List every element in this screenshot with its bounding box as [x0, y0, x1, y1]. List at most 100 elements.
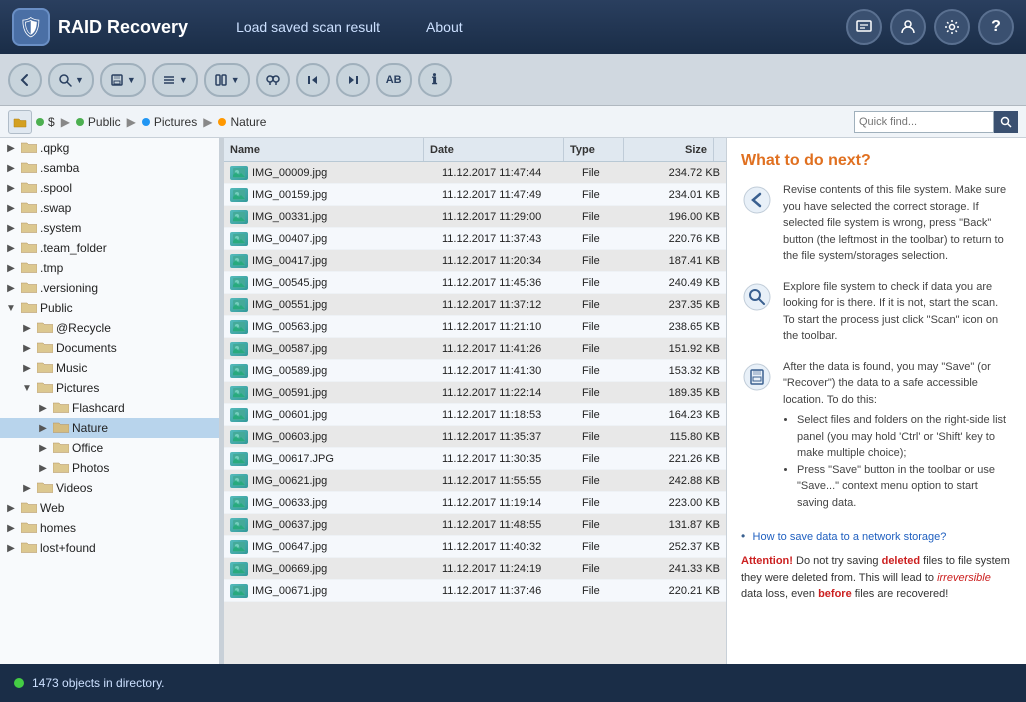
help-back-text: Revise contents of this file system. Mak…: [783, 182, 1012, 265]
tree-item[interactable]: ▶.versioning: [0, 278, 219, 298]
breadcrumb-folder-button[interactable]: [8, 110, 32, 134]
tree-item[interactable]: ▶Nature: [0, 418, 219, 438]
tree-item[interactable]: ▶.team_folder: [0, 238, 219, 258]
tree-item[interactable]: ▶Videos: [0, 478, 219, 498]
warning-irreversible: irreversible: [937, 572, 991, 584]
tree-item[interactable]: ▶Office: [0, 438, 219, 458]
file-cell-type: File: [576, 338, 636, 359]
tree-item[interactable]: ▶@Recycle: [0, 318, 219, 338]
tree-item[interactable]: ▶homes: [0, 518, 219, 538]
help-save-bullets: Select files and folders on the right-si…: [783, 412, 1012, 511]
user-btn[interactable]: [890, 9, 926, 45]
tree-panel[interactable]: ▶.qpkg▶.samba▶.spool▶.swap▶.system▶.team…: [0, 138, 220, 664]
tree-item[interactable]: ▶.tmp: [0, 258, 219, 278]
file-cell-date: 11.12.2017 11:47:49: [436, 184, 576, 205]
breadcrumb-bar: $ ▶ Public ▶ Pictures ▶ Nature: [0, 106, 1026, 138]
back-button[interactable]: [8, 63, 42, 97]
prev-button[interactable]: [296, 63, 330, 97]
file-row[interactable]: IMG_00009.jpg11.12.2017 11:47:44File234.…: [224, 162, 726, 184]
save-button[interactable]: ▼: [100, 63, 146, 97]
file-name: IMG_00591.jpg: [252, 387, 327, 399]
file-row[interactable]: IMG_00601.jpg11.12.2017 11:18:53File164.…: [224, 404, 726, 426]
breadcrumb-label-public: Public: [88, 115, 121, 129]
file-cell-date: 11.12.2017 11:37:12: [436, 294, 576, 315]
rename-button[interactable]: АВ: [376, 63, 412, 97]
help-btn[interactable]: ?: [978, 9, 1014, 45]
file-name: IMG_00669.jpg: [252, 563, 327, 575]
file-cell-size: 221.26 KB: [636, 448, 726, 469]
tree-item[interactable]: ▶.system: [0, 218, 219, 238]
breadcrumb-nature: Nature: [218, 115, 266, 129]
file-cell-size: 196.00 KB: [636, 206, 726, 227]
file-name: IMG_00407.jpg: [252, 233, 327, 245]
file-row[interactable]: IMG_00617.JPG11.12.2017 11:30:35File221.…: [224, 448, 726, 470]
tree-item[interactable]: ▼Public: [0, 298, 219, 318]
panel-button[interactable]: ▼: [204, 63, 250, 97]
file-row[interactable]: IMG_00647.jpg11.12.2017 11:40:32File252.…: [224, 536, 726, 558]
tree-item[interactable]: ▶.qpkg: [0, 138, 219, 158]
tree-item[interactable]: ▶Web: [0, 498, 219, 518]
file-row[interactable]: IMG_00633.jpg11.12.2017 11:19:14File223.…: [224, 492, 726, 514]
save-arrow-icon: ▼: [127, 75, 136, 85]
binoculars-icon: [265, 72, 281, 88]
file-row[interactable]: IMG_00159.jpg11.12.2017 11:47:49File234.…: [224, 184, 726, 206]
about-nav[interactable]: About: [418, 15, 471, 39]
tree-item[interactable]: ▶.samba: [0, 158, 219, 178]
file-cell-size: 238.65 KB: [636, 316, 726, 337]
file-type-icon: [230, 540, 248, 554]
tree-item-label: .system: [40, 221, 81, 235]
file-row[interactable]: IMG_00417.jpg11.12.2017 11:20:34File187.…: [224, 250, 726, 272]
file-row[interactable]: IMG_00669.jpg11.12.2017 11:24:19File241.…: [224, 558, 726, 580]
file-cell-size: 220.21 KB: [636, 580, 726, 601]
file-type-icon: [230, 408, 248, 422]
settings-btn[interactable]: [934, 9, 970, 45]
tree-item[interactable]: ▶lost+found: [0, 538, 219, 558]
col-header-size[interactable]: Size: [624, 138, 714, 161]
file-row[interactable]: IMG_00637.jpg11.12.2017 11:48:55File131.…: [224, 514, 726, 536]
file-row[interactable]: IMG_00563.jpg11.12.2017 11:21:10File238.…: [224, 316, 726, 338]
gear-icon: [943, 18, 961, 36]
tree-item[interactable]: ▶Documents: [0, 338, 219, 358]
tree-item[interactable]: ▶.spool: [0, 178, 219, 198]
col-header-name[interactable]: Name: [224, 138, 424, 161]
list-icon: [162, 73, 176, 87]
file-row[interactable]: IMG_00587.jpg11.12.2017 11:41:26File151.…: [224, 338, 726, 360]
tree-item[interactable]: ▶Photos: [0, 458, 219, 478]
file-row[interactable]: IMG_00589.jpg11.12.2017 11:41:30File153.…: [224, 360, 726, 382]
file-row[interactable]: IMG_00331.jpg11.12.2017 11:29:00File196.…: [224, 206, 726, 228]
file-cell-date: 11.12.2017 11:21:10: [436, 316, 576, 337]
file-cell-date: 11.12.2017 11:41:30: [436, 360, 576, 381]
find-button[interactable]: [256, 63, 290, 97]
file-cell-name: IMG_00647.jpg: [224, 536, 436, 557]
file-cell-name: IMG_00671.jpg: [224, 580, 436, 601]
tree-item[interactable]: ▶Flashcard: [0, 398, 219, 418]
folder-icon: [37, 320, 53, 336]
tree-item[interactable]: ▶Music: [0, 358, 219, 378]
file-type-icon: [230, 210, 248, 224]
tree-item-label: lost+found: [40, 541, 96, 555]
folder-icon: [21, 160, 37, 176]
file-row[interactable]: IMG_00671.jpg11.12.2017 11:37:46File220.…: [224, 580, 726, 602]
help-network-link[interactable]: How to save data to a network storage?: [753, 531, 947, 543]
quick-find-input[interactable]: [854, 111, 994, 133]
load-scan-nav[interactable]: Load saved scan result: [228, 15, 388, 39]
status-dot: [14, 678, 24, 688]
tree-item-label: Web: [40, 501, 64, 515]
file-row[interactable]: IMG_00551.jpg11.12.2017 11:37:12File237.…: [224, 294, 726, 316]
view-button[interactable]: ▼: [152, 63, 198, 97]
quick-find-button[interactable]: [994, 111, 1018, 133]
file-row[interactable]: IMG_00603.jpg11.12.2017 11:35:37File115.…: [224, 426, 726, 448]
tree-item[interactable]: ▼Pictures: [0, 378, 219, 398]
file-list[interactable]: IMG_00009.jpg11.12.2017 11:47:44File234.…: [224, 162, 726, 664]
file-row[interactable]: IMG_00407.jpg11.12.2017 11:37:43File220.…: [224, 228, 726, 250]
col-header-date[interactable]: Date: [424, 138, 564, 161]
info-button[interactable]: ℹ: [418, 63, 452, 97]
next-button[interactable]: [336, 63, 370, 97]
scan-button[interactable]: ▼: [48, 63, 94, 97]
tree-item[interactable]: ▶.swap: [0, 198, 219, 218]
file-row[interactable]: IMG_00545.jpg11.12.2017 11:45:36File240.…: [224, 272, 726, 294]
col-header-type[interactable]: Type: [564, 138, 624, 161]
file-row[interactable]: IMG_00591.jpg11.12.2017 11:22:14File189.…: [224, 382, 726, 404]
messages-btn[interactable]: [846, 9, 882, 45]
file-row[interactable]: IMG_00621.jpg11.12.2017 11:55:55File242.…: [224, 470, 726, 492]
